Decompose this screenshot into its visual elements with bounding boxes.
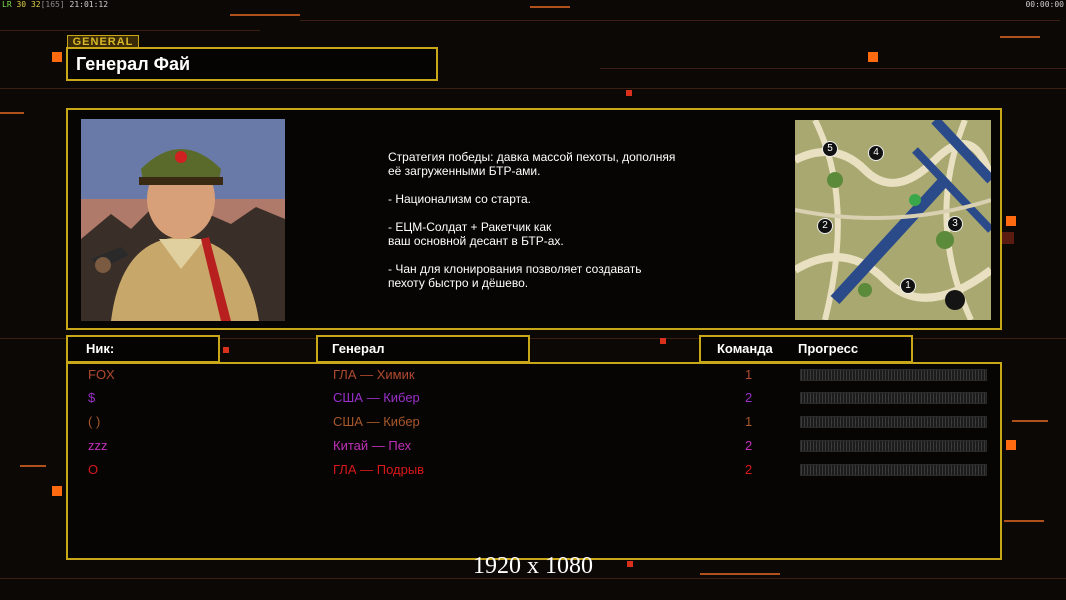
players-table: FOX ГЛА — Химик 1 $ США — Кибер 2 ( ) СШ… (66, 362, 1002, 560)
table-row: ( ) США — Кибер 1 (68, 412, 1000, 432)
hud-value-c: [165] (40, 0, 65, 9)
player-team: 2 (745, 438, 753, 453)
map-marker-4: 4 (868, 145, 884, 161)
progress-header-label: Прогресс (798, 341, 859, 356)
general-portrait-illustration (81, 119, 285, 321)
player-nick: $ (88, 390, 96, 405)
general-header-label: Генерал (332, 341, 385, 356)
hud-prefix: LR (2, 0, 12, 9)
hud-clock: 21:01:12 (69, 0, 109, 9)
player-team: 2 (745, 462, 753, 477)
table-row: zzz Китай — Пех 2 (68, 436, 1000, 456)
player-nick: O (88, 462, 99, 477)
map-marker-3: 3 (947, 216, 963, 232)
hud-value-b: 32 (30, 0, 41, 9)
player-general: Китай — Пех (333, 438, 412, 453)
general-title: Генерал Фай (76, 54, 191, 74)
general-header: Генерал (316, 335, 530, 363)
player-team: 2 (745, 390, 753, 405)
player-progress-bar (800, 416, 987, 428)
map-marker-1: 1 (900, 278, 916, 294)
map-marker-2: 2 (817, 218, 833, 234)
map-marker-5: 5 (822, 141, 838, 157)
player-progress-bar (800, 464, 987, 476)
player-team: 1 (745, 414, 753, 429)
general-portrait-image (81, 119, 285, 321)
player-progress-bar (800, 440, 987, 452)
player-general: ГЛА — Химик (333, 367, 415, 382)
table-row: $ США — Кибер 2 (68, 388, 1000, 408)
general-title-box: Генерал Фай (66, 47, 438, 81)
player-general: США — Кибер (333, 390, 420, 405)
player-progress-bar (800, 392, 987, 404)
general-info-panel: Стратегия победы: давка массой пехоты, д… (66, 108, 1002, 330)
player-general: США — Кибер (333, 414, 420, 429)
player-nick: FOX (88, 367, 115, 382)
player-team: 1 (745, 367, 753, 382)
player-general: ГЛА — Подрыв (333, 462, 425, 477)
team-progress-header: Команда Прогресс (699, 335, 913, 363)
hud-fps-counter: LR 30 32[165] 21:01:12 (2, 0, 108, 9)
table-row: FOX ГЛА — Химик 1 (68, 365, 1000, 385)
strategy-description: Стратегия победы: давка массой пехоты, д… (388, 150, 676, 290)
nick-header: Ник: (66, 335, 220, 363)
player-progress-bar (800, 369, 987, 381)
hud-timer: 00:00:00 (1025, 0, 1064, 9)
player-nick: ( ) (88, 414, 101, 429)
resolution-label: 1920 x 1080 (473, 553, 593, 579)
player-nick: zzz (88, 438, 108, 453)
nick-header-label: Ник: (86, 341, 115, 356)
hud-value-a: 30 (16, 0, 27, 9)
map-preview: 5 4 2 3 1 (795, 120, 991, 320)
table-row: O ГЛА — Подрыв 2 (68, 460, 1000, 480)
team-header-label: Команда (717, 341, 773, 356)
